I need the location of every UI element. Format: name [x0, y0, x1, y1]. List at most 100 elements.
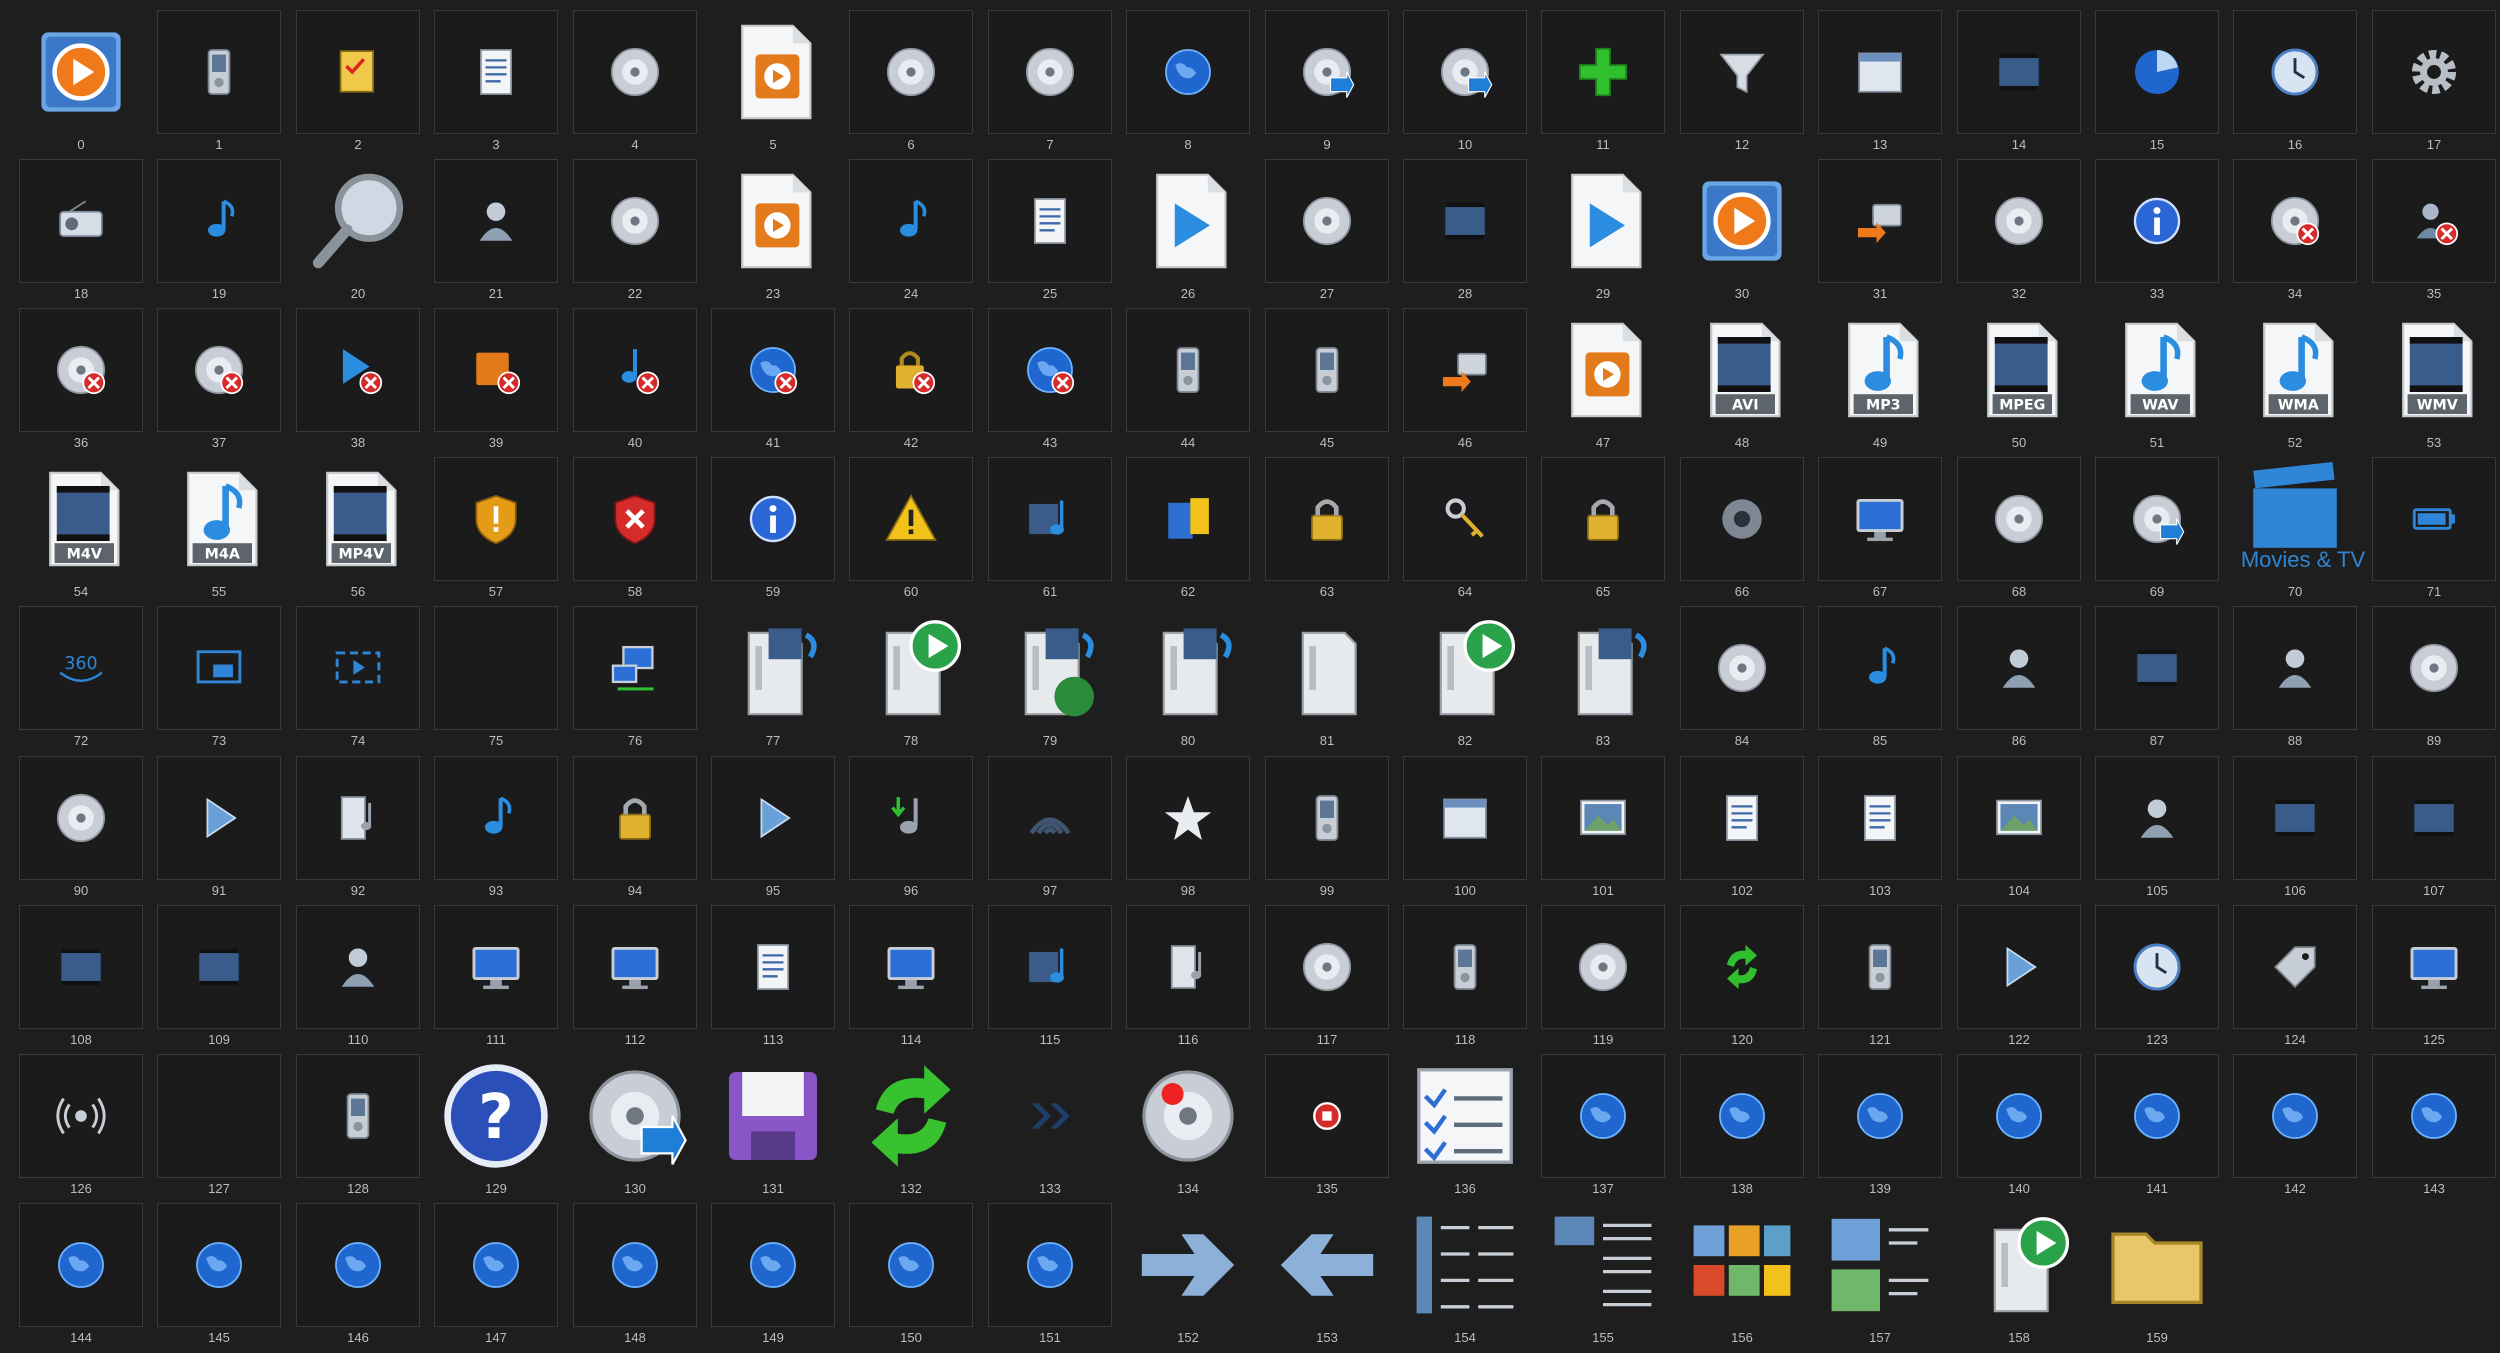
icon-tile[interactable]: MP4V 56 [296, 457, 434, 606]
icon-tile[interactable]: 73 [157, 606, 295, 755]
icon-tile[interactable]: 46 [1403, 308, 1541, 457]
icon-tile[interactable]: 35 [2372, 159, 2500, 308]
icon-tile[interactable]: 104 [1957, 756, 2095, 905]
icon-tile[interactable]: 87 [2095, 606, 2233, 755]
icon-tile[interactable]: 88 [2233, 606, 2371, 755]
icon-tile[interactable]: 82 [1403, 606, 1541, 755]
icon-tile[interactable]: 107 [2372, 756, 2500, 905]
icon-tile[interactable]: 31 [1818, 159, 1956, 308]
icon-tile[interactable]: 151 [988, 1203, 1126, 1352]
icon-tile[interactable]: 103 [1818, 756, 1956, 905]
icon-tile[interactable]: 83 [1541, 606, 1679, 755]
icon-tile[interactable]: 33 [2095, 159, 2233, 308]
icon-tile[interactable]: 154 [1403, 1203, 1541, 1352]
icon-tile[interactable]: 91 [157, 756, 295, 905]
icon-tile[interactable]: 8 [1126, 10, 1264, 159]
icon-tile[interactable]: 144 [19, 1203, 157, 1352]
icon-tile[interactable]: 137 [1541, 1054, 1679, 1203]
icon-tile[interactable]: 18 [19, 159, 157, 308]
icon-tile[interactable]: 139 [1818, 1054, 1956, 1203]
icon-tile[interactable]: AVI 48 [1680, 308, 1818, 457]
icon-tile[interactable]: 147 [434, 1203, 572, 1352]
icon-tile[interactable]: 138 [1680, 1054, 1818, 1203]
icon-tile[interactable]: 10 [1403, 10, 1541, 159]
icon-tile[interactable]: 17 [2372, 10, 2500, 159]
icon-tile[interactable]: 11 [1541, 10, 1679, 159]
icon-tile[interactable]: 360 72 [19, 606, 157, 755]
icon-tile[interactable]: 113 [711, 905, 849, 1054]
icon-tile[interactable]: 132 [849, 1054, 987, 1203]
icon-tile[interactable]: 110 [296, 905, 434, 1054]
icon-tile[interactable]: MPEG 50 [1957, 308, 2095, 457]
icon-tile[interactable]: 24 [849, 159, 987, 308]
icon-tile[interactable]: 98 [1126, 756, 1264, 905]
icon-tile[interactable]: 148 [573, 1203, 711, 1352]
icon-tile[interactable]: 122 [1957, 905, 2095, 1054]
icon-tile[interactable]: 109 [157, 905, 295, 1054]
icon-tile[interactable]: 38 [296, 308, 434, 457]
icon-tile[interactable]: 62 [1126, 457, 1264, 606]
icon-tile[interactable]: 66 [1680, 457, 1818, 606]
icon-tile[interactable]: 121 [1818, 905, 1956, 1054]
icon-tile[interactable]: 19 [157, 159, 295, 308]
icon-tile[interactable]: 123 [2095, 905, 2233, 1054]
icon-tile[interactable]: 124 [2233, 905, 2371, 1054]
icon-tile[interactable]: 128 [296, 1054, 434, 1203]
icon-tile[interactable]: 37 [157, 308, 295, 457]
icon-tile[interactable]: 92 [296, 756, 434, 905]
icon-tile[interactable]: 42 [849, 308, 987, 457]
icon-tile[interactable]: 118 [1403, 905, 1541, 1054]
icon-tile[interactable]: 60 [849, 457, 987, 606]
icon-tile[interactable]: 100 [1403, 756, 1541, 905]
icon-tile[interactable]: 77 [711, 606, 849, 755]
icon-tile[interactable]: M4V 54 [19, 457, 157, 606]
icon-tile[interactable]: 141 [2095, 1054, 2233, 1203]
icon-tile[interactable]: 134 [1126, 1054, 1264, 1203]
icon-tile[interactable]: 26 [1126, 159, 1264, 308]
icon-tile[interactable]: 93 [434, 756, 572, 905]
icon-tile[interactable]: Movies & TV 70 [2233, 457, 2371, 606]
icon-tile[interactable]: 94 [573, 756, 711, 905]
icon-tile[interactable]: 36 [19, 308, 157, 457]
icon-tile[interactable]: 30 [1680, 159, 1818, 308]
icon-tile[interactable]: WMA 52 [2233, 308, 2371, 457]
icon-tile[interactable]: 108 [19, 905, 157, 1054]
icon-tile[interactable]: ? 129 [434, 1054, 572, 1203]
icon-tile[interactable]: 133 [988, 1054, 1126, 1203]
icon-tile[interactable]: M4A 55 [157, 457, 295, 606]
icon-tile[interactable]: 152 [1126, 1203, 1264, 1352]
icon-tile[interactable]: 101 [1541, 756, 1679, 905]
icon-tile[interactable]: 67 [1818, 457, 1956, 606]
icon-tile[interactable]: 125 [2372, 905, 2500, 1054]
icon-tile[interactable]: 80 [1126, 606, 1264, 755]
icon-tile[interactable]: 158 [1957, 1203, 2095, 1352]
icon-tile[interactable]: 74 [296, 606, 434, 755]
icon-tile[interactable]: 22 [573, 159, 711, 308]
icon-tile[interactable]: 156 [1680, 1203, 1818, 1352]
icon-tile[interactable]: 68 [1957, 457, 2095, 606]
icon-tile[interactable]: 149 [711, 1203, 849, 1352]
icon-tile[interactable]: 14 [1957, 10, 2095, 159]
icon-tile[interactable]: 57 [434, 457, 572, 606]
icon-tile[interactable]: 61 [988, 457, 1126, 606]
icon-tile[interactable]: 130 [573, 1054, 711, 1203]
icon-tile[interactable]: MP3 49 [1818, 308, 1956, 457]
icon-tile[interactable]: 65 [1541, 457, 1679, 606]
icon-tile[interactable]: 142 [2233, 1054, 2371, 1203]
icon-tile[interactable]: 117 [1265, 905, 1403, 1054]
icon-tile[interactable]: 3 [434, 10, 572, 159]
icon-tile[interactable]: 2 [296, 10, 434, 159]
icon-tile[interactable]: 43 [988, 308, 1126, 457]
icon-tile[interactable]: 59 [711, 457, 849, 606]
icon-tile[interactable]: 32 [1957, 159, 2095, 308]
icon-tile[interactable]: 84 [1680, 606, 1818, 755]
icon-tile[interactable]: 95 [711, 756, 849, 905]
icon-tile[interactable]: 5 [711, 10, 849, 159]
icon-tile[interactable]: 79 [988, 606, 1126, 755]
icon-tile[interactable]: 40 [573, 308, 711, 457]
icon-tile[interactable]: 136 [1403, 1054, 1541, 1203]
icon-tile[interactable]: 6 [849, 10, 987, 159]
icon-tile[interactable]: 78 [849, 606, 987, 755]
icon-tile[interactable]: 126 [19, 1054, 157, 1203]
icon-tile[interactable]: 119 [1541, 905, 1679, 1054]
